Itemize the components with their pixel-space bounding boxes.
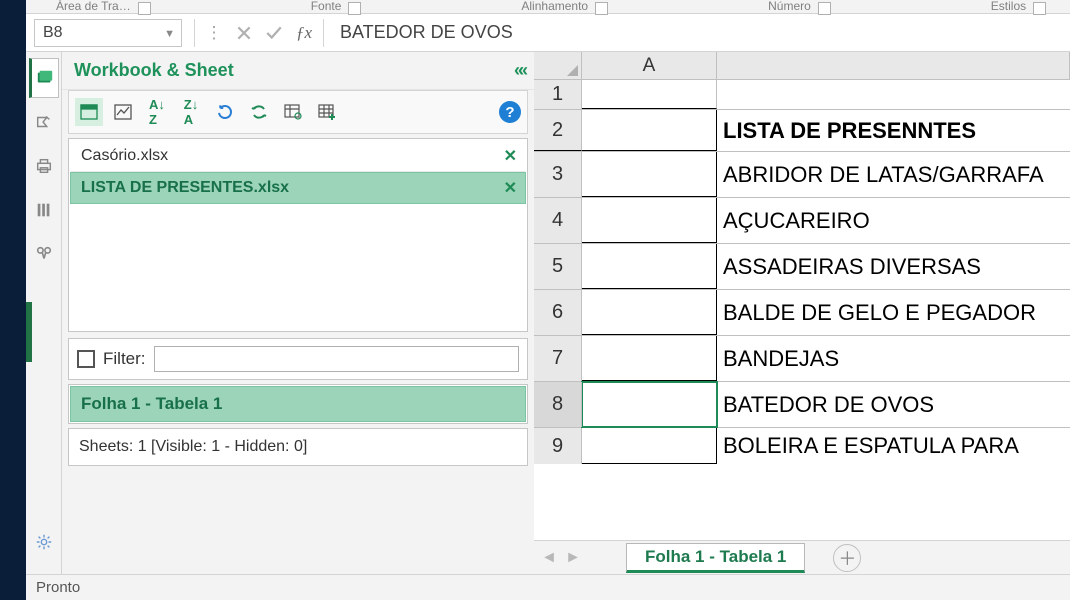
collapse-panel-icon[interactable]: «« [514, 60, 522, 81]
row-header[interactable]: 4 [534, 198, 582, 243]
tool-chart-icon[interactable] [109, 98, 137, 126]
sheet-list: Folha 1 - Tabela 1 [68, 384, 528, 424]
sheet-item-selected[interactable]: Folha 1 - Tabela 1 [70, 386, 526, 422]
cell[interactable]: BALDE DE GELO E PEGADOR [717, 290, 1070, 335]
close-workbook-icon[interactable]: ✕ [504, 146, 517, 166]
sheet-stats-text: Sheets: 1 [Visible: 1 - Hidden: 0] [79, 438, 307, 456]
workbook-sheet-panel: Workbook & Sheet «« A↓Z Z↓A [62, 52, 534, 574]
ribbon-group: Área de Tra… [56, 0, 131, 13]
row-header[interactable]: 1 [534, 80, 582, 109]
name-box[interactable]: B8 ▼ [34, 19, 182, 47]
insert-function-icon[interactable]: ƒx [289, 19, 319, 47]
row-header[interactable]: 7 [534, 336, 582, 381]
panel-title-text: Workbook & Sheet [74, 60, 234, 81]
cell[interactable] [582, 428, 717, 464]
tool-table-settings-icon[interactable] [279, 98, 307, 126]
accept-formula-icon[interactable] [259, 19, 289, 47]
cell[interactable] [717, 80, 1070, 109]
cell[interactable]: BOLEIRA E ESPATULA PARA [717, 428, 1070, 464]
select-all-corner[interactable] [534, 52, 582, 79]
filter-input[interactable] [154, 346, 520, 372]
rail-power-icon[interactable] [29, 102, 59, 142]
workbook-item-selected[interactable]: LISTA DE PRESENTES.xlsx ✕ [70, 172, 526, 204]
tool-refresh-icon[interactable] [211, 98, 239, 126]
cell[interactable]: BATEDOR DE OVOS [717, 382, 1070, 427]
cancel-formula-icon[interactable] [229, 19, 259, 47]
grid-row: 5 ASSADEIRAS DIVERSAS [534, 244, 1070, 290]
ribbon-group: Alinhamento [521, 0, 588, 13]
chevron-down-icon[interactable]: ▼ [164, 28, 175, 40]
help-icon[interactable]: ? [499, 101, 521, 123]
filter-checkbox[interactable] [77, 350, 95, 368]
cell[interactable] [582, 336, 717, 381]
add-sheet-icon[interactable]: ＋ [833, 544, 861, 572]
workbook-name: Casório.xlsx [81, 147, 168, 165]
cell[interactable] [582, 110, 717, 151]
rail-workbook-icon[interactable] [29, 58, 59, 98]
cell[interactable]: LISTA DE PRESENNTES [717, 110, 1070, 151]
cell[interactable] [582, 152, 717, 197]
ribbon-group: Estilos [991, 0, 1026, 13]
panel-title: Workbook & Sheet «« [62, 52, 534, 90]
cell[interactable] [582, 198, 717, 243]
name-box-value: B8 [43, 24, 63, 42]
formula-input[interactable]: BATEDOR DE OVOS [328, 22, 1062, 43]
row-header[interactable]: 5 [534, 244, 582, 289]
rail-print-icon[interactable] [29, 146, 59, 186]
column-header-A[interactable]: A [582, 52, 717, 79]
spreadsheet-grid: A 1 2 LISTA DE PRESENNTES 3 ABRIDOR DE [534, 52, 1070, 574]
formula-bar: B8 ▼ ⋮ ƒx BATEDOR DE OVOS [26, 14, 1070, 52]
row-header[interactable]: 2 [534, 110, 582, 151]
status-bar: Pronto [26, 574, 1070, 600]
cell[interactable] [582, 244, 717, 289]
workbook-list: Casório.xlsx ✕ LISTA DE PRESENTES.xlsx ✕ [68, 138, 528, 332]
tool-sort-desc-icon[interactable]: Z↓A [177, 98, 205, 126]
cell[interactable] [582, 80, 717, 109]
grid-row: 7 BANDEJAS [534, 336, 1070, 382]
row-header[interactable]: 3 [534, 152, 582, 197]
tool-sort-asc-icon[interactable]: A↓Z [143, 98, 171, 126]
row-header[interactable]: 8 [534, 382, 582, 427]
cell[interactable]: AÇUCAREIRO [717, 198, 1070, 243]
grid-row: 6 BALDE DE GELO E PEGADOR [534, 290, 1070, 336]
grid-row: 4 AÇUCAREIRO [534, 198, 1070, 244]
sheet-tab-bar: ◄ ► Folha 1 - Tabela 1 ＋ [534, 540, 1070, 574]
grid-row: 1 [534, 80, 1070, 110]
cell[interactable] [582, 290, 717, 335]
filter-label: Filter: [103, 349, 146, 369]
workbook-name: LISTA DE PRESENTES.xlsx [81, 179, 289, 197]
filter-row: Filter: [68, 338, 528, 380]
close-workbook-icon[interactable]: ✕ [504, 178, 517, 198]
sheet-name: Folha 1 - Tabela 1 [81, 394, 222, 414]
grid-row: 3 ABRIDOR DE LATAS/GARRAFA [534, 152, 1070, 198]
rail-find-icon[interactable] [29, 234, 59, 274]
ribbon-group: Número [768, 0, 811, 13]
column-header[interactable] [717, 52, 1070, 79]
rail-columns-icon[interactable] [29, 190, 59, 230]
ribbon-group-labels: Área de Tra… Fonte Alinhamento Número Es… [26, 0, 1070, 14]
grid-row: 2 LISTA DE PRESENNTES [534, 110, 1070, 152]
cell[interactable]: ASSADEIRAS DIVERSAS [717, 244, 1070, 289]
grid-row: 9 BOLEIRA E ESPATULA PARA [534, 428, 1070, 464]
panel-toolbar: A↓Z Z↓A ? [68, 90, 528, 134]
row-header[interactable]: 9 [534, 428, 582, 464]
tab-nav-prev-icon[interactable]: ◄ [538, 547, 560, 569]
tab-nav-next-icon[interactable]: ► [562, 547, 584, 569]
status-text: Pronto [36, 579, 80, 596]
settings-icon[interactable] [29, 522, 59, 562]
tool-table-add-icon[interactable] [313, 98, 341, 126]
cell[interactable]: ABRIDOR DE LATAS/GARRAFA [717, 152, 1070, 197]
cell[interactable]: BANDEJAS [717, 336, 1070, 381]
tool-refresh-all-icon[interactable] [245, 98, 273, 126]
sheet-tab-active[interactable]: Folha 1 - Tabela 1 [626, 543, 805, 573]
selected-cell[interactable] [582, 382, 717, 427]
more-icon[interactable]: ⋮ [199, 19, 229, 47]
row-header[interactable]: 6 [534, 290, 582, 335]
workbook-item[interactable]: Casório.xlsx ✕ [70, 140, 526, 172]
ribbon-group: Fonte [311, 0, 342, 13]
sheet-stats: Sheets: 1 [Visible: 1 - Hidden: 0] [68, 428, 528, 466]
grid-row-selected: 8 BATEDOR DE OVOS [534, 382, 1070, 428]
tool-list-icon[interactable] [75, 98, 103, 126]
